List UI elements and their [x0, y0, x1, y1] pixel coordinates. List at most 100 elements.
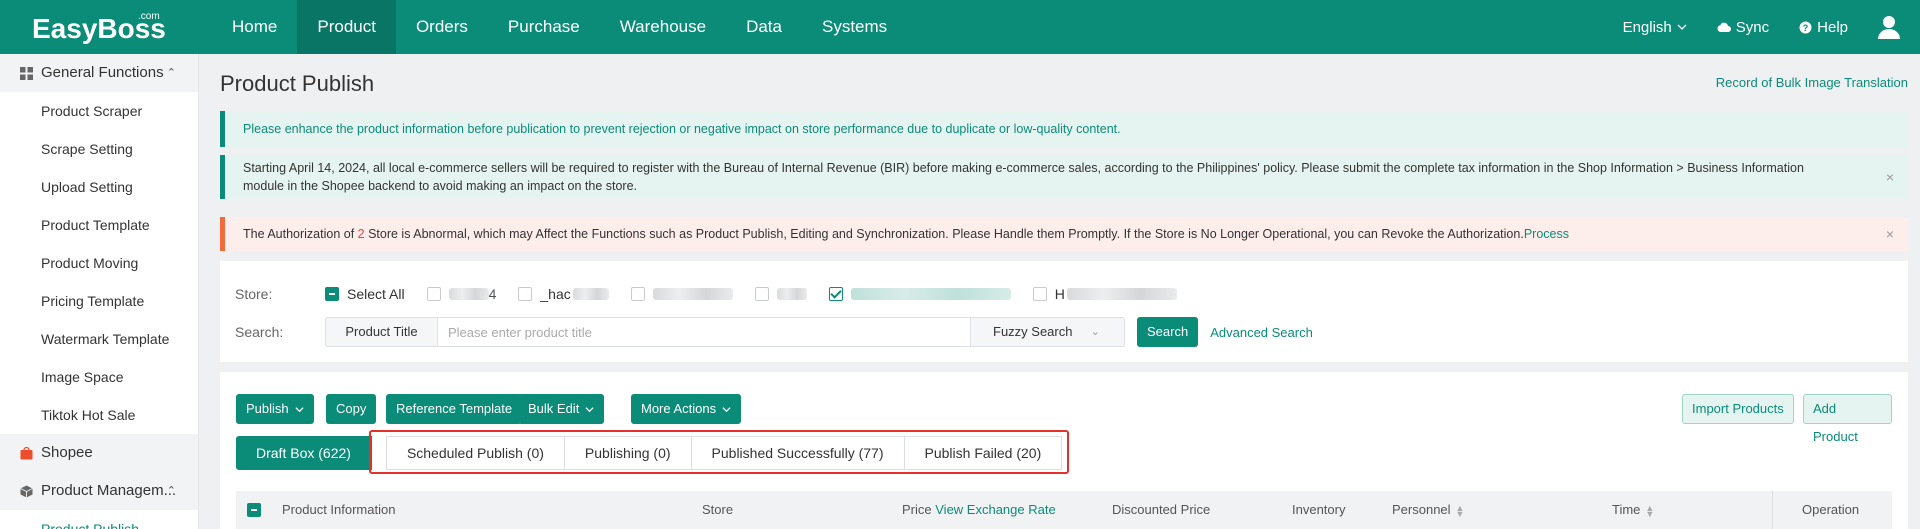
publish-label: Publish — [246, 401, 289, 416]
sort-icon: ▲ ▼ — [1645, 502, 1655, 519]
checkbox-checked — [828, 287, 843, 301]
chevron-down-icon — [295, 406, 304, 412]
search-button[interactable]: Search — [1137, 317, 1199, 347]
copy-button[interactable]: Copy — [326, 394, 377, 424]
bulk-edit-button[interactable]: Bulk Edit — [518, 394, 605, 424]
redacted-store-name — [1066, 288, 1177, 300]
alert-bir-line2: module in the Shopee backend to avoid ma… — [243, 179, 638, 193]
add-product-button[interactable]: Add Product — [1803, 394, 1892, 444]
col-product-information: Product Information — [282, 502, 396, 517]
nav-warehouse[interactable]: Warehouse — [600, 0, 726, 54]
nav-systems[interactable]: Systems — [802, 0, 907, 54]
user-avatar-icon[interactable] — [1878, 15, 1900, 39]
sidebar-item-tiktok-hot-sale[interactable]: Tiktok Hot Sale — [0, 396, 198, 434]
advanced-search-link[interactable]: Advanced Search — [1210, 325, 1313, 340]
reference-template-button[interactable]: Reference Template — [386, 394, 523, 424]
col-price: Price View Exchange Rate — [902, 491, 1056, 529]
search-mode-select[interactable]: Fuzzy Search ⌄ — [970, 318, 1124, 346]
nav-home[interactable]: Home — [212, 0, 297, 54]
col-time[interactable]: Time ▲ ▼ — [1612, 491, 1654, 529]
store-option[interactable] — [754, 287, 807, 301]
sidebar-item-product-moving[interactable]: Product Moving — [0, 244, 198, 282]
search-field-select[interactable]: Product Title — [326, 318, 438, 346]
select-all-rows-checkbox[interactable] — [247, 503, 261, 517]
alert-auth-prefix: The Authorization of — [243, 227, 358, 241]
sidebar-item-image-space[interactable]: Image Space — [0, 358, 198, 396]
checkbox — [1032, 287, 1047, 301]
store-option-label: _hac — [540, 286, 571, 302]
record-bulk-image-translation-link[interactable]: Record of Bulk Image Translation — [1716, 75, 1908, 90]
tab-draft-box[interactable]: Draft Box (622) — [236, 436, 372, 470]
sidebar-group-general[interactable]: General Functions ⌃ — [0, 54, 198, 92]
col-personnel[interactable]: Personnel ▲ ▼ — [1392, 491, 1464, 529]
close-icon[interactable]: × — [1886, 217, 1894, 251]
search-mode-label: Fuzzy Search — [993, 324, 1073, 339]
table-header: Product Information Store Price View Exc… — [236, 491, 1892, 529]
import-products-button[interactable]: Import Products — [1682, 394, 1794, 424]
search-input[interactable] — [438, 318, 970, 346]
select-all-label: Select All — [347, 286, 405, 302]
alert-bir-line1: Starting April 14, 2024, all local e-com… — [243, 161, 1804, 175]
sidebar-item-scrape-setting[interactable]: Scrape Setting — [0, 130, 198, 168]
alert-authorization: The Authorization of 2 Store is Abnormal… — [220, 217, 1908, 251]
sidebar-item-product-scraper[interactable]: Product Scraper — [0, 92, 198, 130]
redacted-store-name — [850, 288, 1011, 300]
page-title: Product Publish — [220, 71, 375, 96]
cloud-sync-icon — [1717, 22, 1731, 32]
store-label: Store: — [235, 286, 273, 302]
close-icon[interactable]: × — [1886, 168, 1894, 186]
sidebar-group-shopee[interactable]: Shopee — [0, 434, 198, 472]
store-option[interactable] — [630, 287, 733, 301]
help-label: Help — [1817, 18, 1848, 36]
sidebar-item-watermark-template[interactable]: Watermark Template — [0, 320, 198, 358]
checkbox-indeterminate — [325, 287, 339, 301]
sync-button[interactable]: Sync — [1717, 19, 1769, 36]
more-actions-label: More Actions — [641, 401, 717, 416]
select-all-checkbox[interactable]: Select All — [325, 286, 405, 302]
redacted-store-name — [652, 288, 733, 300]
sidebar-group-product-management[interactable]: Product Managem... ⌃ — [0, 472, 198, 510]
col-discounted-price: Discounted Price — [1112, 502, 1211, 517]
nav-product[interactable]: Product — [297, 0, 396, 54]
chevron-up-icon: ⌃ — [166, 67, 176, 79]
sidebar-item-upload-setting[interactable]: Upload Setting — [0, 168, 198, 206]
checkbox — [630, 287, 645, 301]
top-navbar: EasyBoss .com Home Product Orders Purcha… — [0, 0, 1920, 54]
search-row: Search: Product Title Fuzzy Search ⌄ Sea… — [235, 317, 1313, 347]
chevron-up-icon: ⌃ — [166, 485, 176, 497]
col-price-label: Price — [902, 502, 932, 517]
logo-suffix: .com — [138, 11, 160, 22]
svg-text:?: ? — [1803, 23, 1809, 33]
process-link[interactable]: Process — [1524, 227, 1569, 241]
view-exchange-rate-link[interactable]: View Exchange Rate — [935, 502, 1055, 517]
store-option[interactable]: H — [1032, 286, 1177, 302]
nav-orders[interactable]: Orders — [396, 0, 488, 54]
sync-label: Sync — [1735, 18, 1770, 36]
sidebar-item-product-template[interactable]: Product Template — [0, 206, 198, 244]
store-filter-row: Store: Select All 4 _hac H — [235, 286, 1199, 302]
help-button[interactable]: ? Help — [1799, 19, 1848, 36]
nav-data[interactable]: Data — [726, 0, 802, 54]
logo[interactable]: EasyBoss .com — [0, 0, 200, 54]
chevron-down-icon: ⌄ — [1090, 326, 1100, 338]
store-option[interactable]: 4 — [426, 286, 497, 302]
chevron-down-icon — [722, 406, 731, 412]
nav-purchase[interactable]: Purchase — [488, 0, 600, 54]
sort-icon: ▲ ▼ — [1455, 502, 1465, 519]
store-option-label: H — [1054, 286, 1065, 302]
publish-button[interactable]: Publish — [236, 394, 314, 424]
sidebar-item-product-publish[interactable]: Product Publish — [0, 510, 198, 529]
sidebar-item-pricing-template[interactable]: Pricing Template — [0, 282, 198, 320]
more-actions-button[interactable]: More Actions — [631, 394, 742, 424]
col-store: Store — [702, 502, 734, 517]
sidebar: General Functions ⌃ Product Scraper Scra… — [0, 54, 199, 529]
store-option-selected[interactable] — [828, 287, 1011, 301]
redacted-store-name — [776, 288, 807, 300]
toolbar: Publish Copy Reference Template Bulk Edi… — [236, 394, 1892, 444]
language-select[interactable]: English — [1623, 19, 1687, 36]
checkbox — [754, 287, 769, 301]
col-inventory: Inventory — [1292, 502, 1346, 517]
shopee-bag-icon — [20, 446, 33, 460]
store-option-label: 4 — [488, 286, 497, 302]
store-option[interactable]: _hac — [518, 286, 609, 302]
